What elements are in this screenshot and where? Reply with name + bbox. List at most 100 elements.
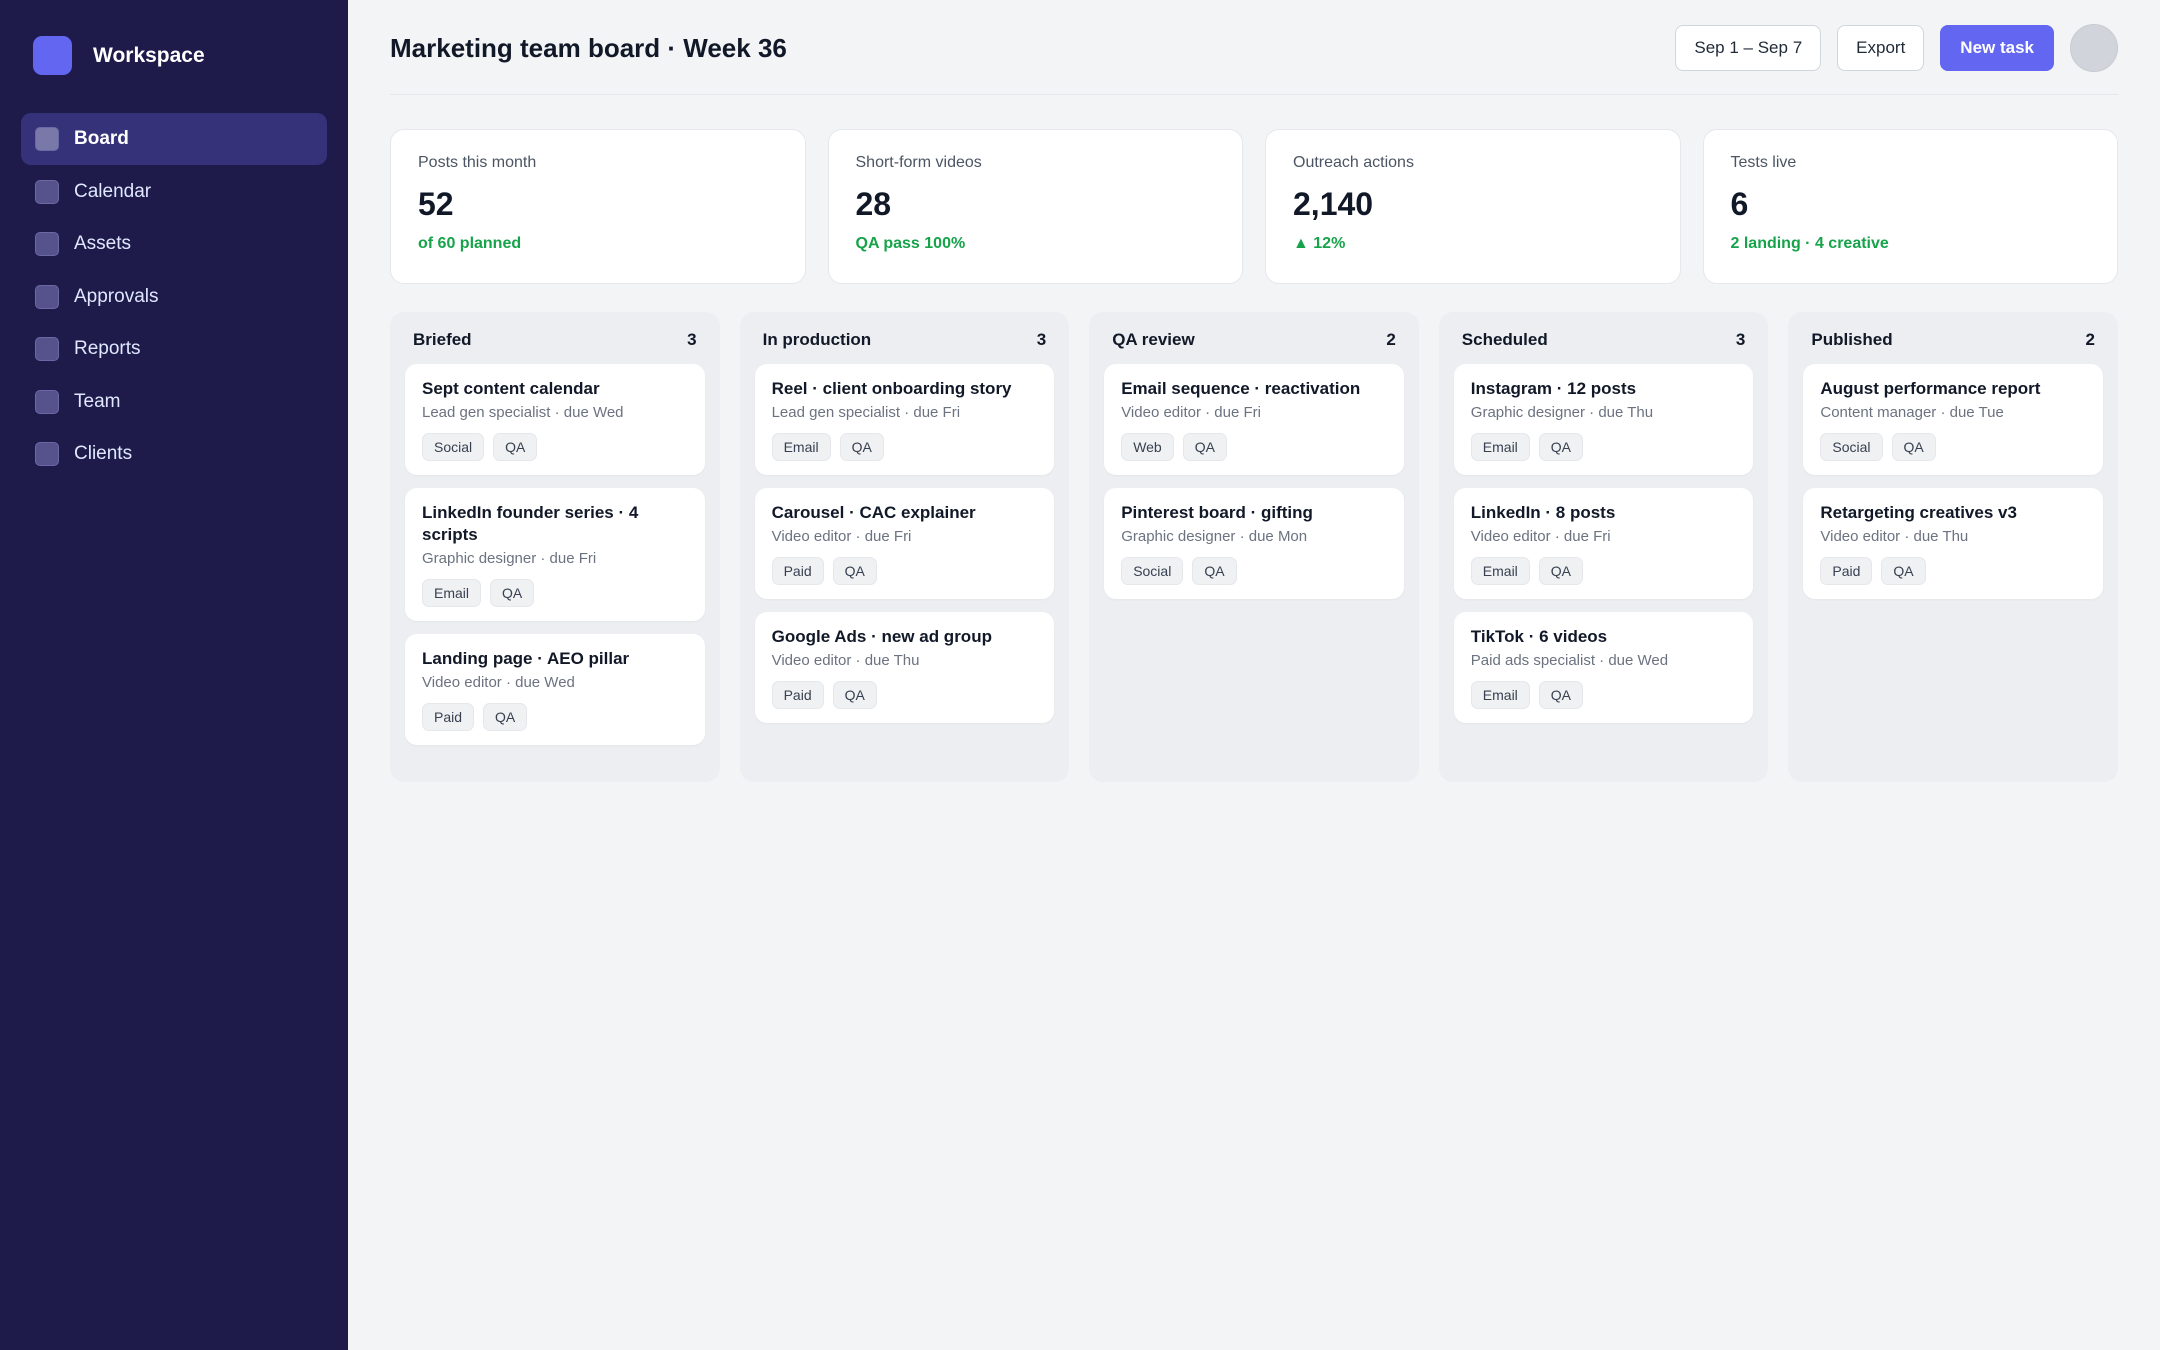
column-published: Published 2 August performance report Conte… — [1788, 312, 2118, 782]
sidebar-item-approvals[interactable]: Approvals — [21, 271, 327, 323]
new-task-button[interactable]: New task — [1940, 25, 2054, 71]
sidebar-item-label: Team — [74, 390, 121, 412]
stats-row: Posts this month 52 of 60 planned Short-for… — [390, 129, 2118, 284]
task-tags: Paid QA — [1820, 557, 2086, 585]
sidebar-item-label: Reports — [74, 338, 141, 359]
workspace-logo-icon — [33, 36, 72, 75]
stat-value: 2,140 — [1293, 186, 1374, 222]
task-meta: Graphic designer · due Mon — [1121, 528, 1308, 545]
task-tags: Social QA — [1820, 433, 2086, 461]
page-title: Marketing team board · Week 36 — [390, 32, 787, 63]
tag-badge: QA — [839, 433, 884, 461]
approvals-icon — [35, 284, 59, 309]
column-title: Scheduled — [1461, 330, 1548, 349]
sidebar-item-label: Clients — [74, 443, 133, 464]
tag-badge: Social — [422, 433, 485, 461]
tag-badge: Web — [1121, 433, 1174, 461]
sidebar-item-board[interactable]: Board — [21, 113, 327, 165]
task-title: Google Ads · new ad group — [771, 627, 992, 646]
task-card[interactable]: Email sequence · reactivation Video edito… — [1104, 364, 1404, 475]
task-title: Reel · client onboarding story — [771, 379, 1012, 398]
sidebar-item-calendar[interactable]: Calendar — [21, 166, 327, 218]
stat-card: Tests live 6 2 landing · 4 creative — [1702, 129, 2118, 284]
date-range-button[interactable]: Sep 1 – Sep 7 — [1675, 25, 1822, 71]
task-title: Landing page · AEO pillar — [422, 649, 630, 668]
task-title: Sept content calendar — [422, 379, 600, 398]
task-meta: Video editor · due Fri — [771, 528, 912, 545]
sidebar-item-clients[interactable]: Clients — [21, 428, 327, 480]
tag-badge: Email — [1470, 681, 1530, 709]
sidebar-nav: Board Calendar Assets Approvals Reports Team C… — [21, 113, 327, 480]
task-meta: Graphic designer · due Fri — [422, 550, 597, 567]
tag-badge: Social — [1121, 557, 1184, 585]
column-title: QA review — [1112, 330, 1195, 349]
sidebar-item-assets[interactable]: Assets — [21, 218, 327, 270]
task-card[interactable]: LinkedIn · 8 posts Video editor · due Fri… — [1453, 488, 1754, 599]
stat-card: Outreach actions 2,140 ▲ 12% — [1265, 129, 1681, 284]
task-meta: Content manager · due Tue — [1820, 404, 2004, 421]
header-divider — [390, 94, 2118, 95]
task-title: Instagram · 12 posts — [1470, 379, 1637, 398]
task-tags: Paid QA — [771, 681, 1038, 709]
task-meta: Video editor · due Wed — [422, 674, 575, 691]
tag-badge: Email — [422, 579, 482, 607]
column-count: 3 — [687, 330, 697, 349]
sidebar-item-reports[interactable]: Reports — [21, 323, 327, 375]
task-title: LinkedIn founder series · 4 scripts — [422, 503, 639, 544]
task-card[interactable]: Retargeting creatives v3 Video editor · d… — [1803, 488, 2103, 599]
tag-badge: Paid — [422, 703, 475, 731]
stat-value: 52 — [418, 186, 454, 222]
task-card[interactable]: TikTok · 6 videos Paid ads specialist · d… — [1453, 612, 1754, 723]
stat-card: Short-form videos 28 QA pass 100% — [827, 129, 1243, 284]
export-button[interactable]: Export — [1837, 25, 1925, 71]
task-tags: Social QA — [422, 433, 688, 461]
task-title: August performance report — [1820, 379, 2041, 398]
tag-badge: QA — [1538, 557, 1584, 585]
task-card[interactable]: LinkedIn founder series · 4 scripts Graph… — [405, 488, 705, 621]
avatar[interactable] — [2070, 24, 2118, 72]
stat-label: Short-form videos — [855, 154, 982, 171]
task-tags: Web QA — [1121, 433, 1387, 461]
sidebar-item-label: Calendar — [74, 180, 152, 202]
sidebar: Workspace Board Calendar Assets Approvals Re… — [0, 0, 348, 1350]
tag-badge: Paid — [1820, 557, 1873, 585]
stat-subtext: ▲ 12% — [1293, 235, 1346, 252]
task-tags: Paid QA — [771, 557, 1038, 585]
task-title: Email sequence · reactivation — [1121, 379, 1361, 398]
sidebar-item-team[interactable]: Team — [21, 376, 327, 428]
task-card[interactable]: Sept content calendar Lead gen specialist… — [405, 364, 705, 475]
task-card[interactable]: Carousel · CAC explainer Video editor · d… — [754, 488, 1055, 599]
main-content: Marketing team board · Week 36 Sep 1 – S… — [348, 0, 2160, 1350]
tag-badge: Email — [771, 433, 831, 461]
task-meta: Graphic designer · due Thu — [1470, 404, 1654, 421]
tag-badge: QA — [832, 681, 877, 709]
task-card[interactable]: Landing page · AEO pillar Video editor · … — [405, 634, 705, 745]
brand[interactable]: Workspace — [21, 36, 327, 75]
column-count: 2 — [2085, 330, 2095, 349]
task-tags: Email QA — [1470, 557, 1737, 585]
column-briefed: Briefed 3 Sept content calendar Lead gen sp… — [390, 312, 720, 782]
tag-badge: QA — [490, 579, 535, 607]
task-title: LinkedIn · 8 posts — [1470, 503, 1616, 522]
task-card[interactable]: Instagram · 12 posts Graphic designer · d… — [1453, 364, 1754, 475]
assets-icon — [35, 232, 59, 256]
column-header: Published 2 — [1803, 330, 2103, 350]
task-card[interactable]: Google Ads · new ad group Video editor · … — [754, 612, 1055, 723]
clients-icon — [35, 442, 59, 466]
task-tags: Social QA — [1121, 557, 1387, 585]
column-header: In production 3 — [755, 330, 1055, 350]
brand-name: Workspace — [93, 43, 205, 67]
task-card[interactable]: Pinterest board · gifting Graphic designe… — [1104, 488, 1404, 599]
task-card[interactable]: August performance report Content manager… — [1803, 364, 2103, 475]
tag-badge: QA — [1891, 433, 1936, 461]
column-title: Briefed — [413, 330, 472, 349]
task-card[interactable]: Reel · client onboarding story Lead gen s… — [754, 364, 1055, 475]
board-icon — [35, 127, 59, 151]
tag-badge: Email — [1470, 557, 1530, 585]
task-title: TikTok · 6 videos — [1470, 627, 1608, 646]
task-tags: Paid QA — [422, 703, 688, 731]
tag-badge: QA — [1192, 557, 1237, 585]
calendar-icon — [35, 179, 59, 204]
stat-subtext: 2 landing · 4 creative — [1730, 235, 1889, 252]
task-tags: Email QA — [771, 433, 1038, 461]
